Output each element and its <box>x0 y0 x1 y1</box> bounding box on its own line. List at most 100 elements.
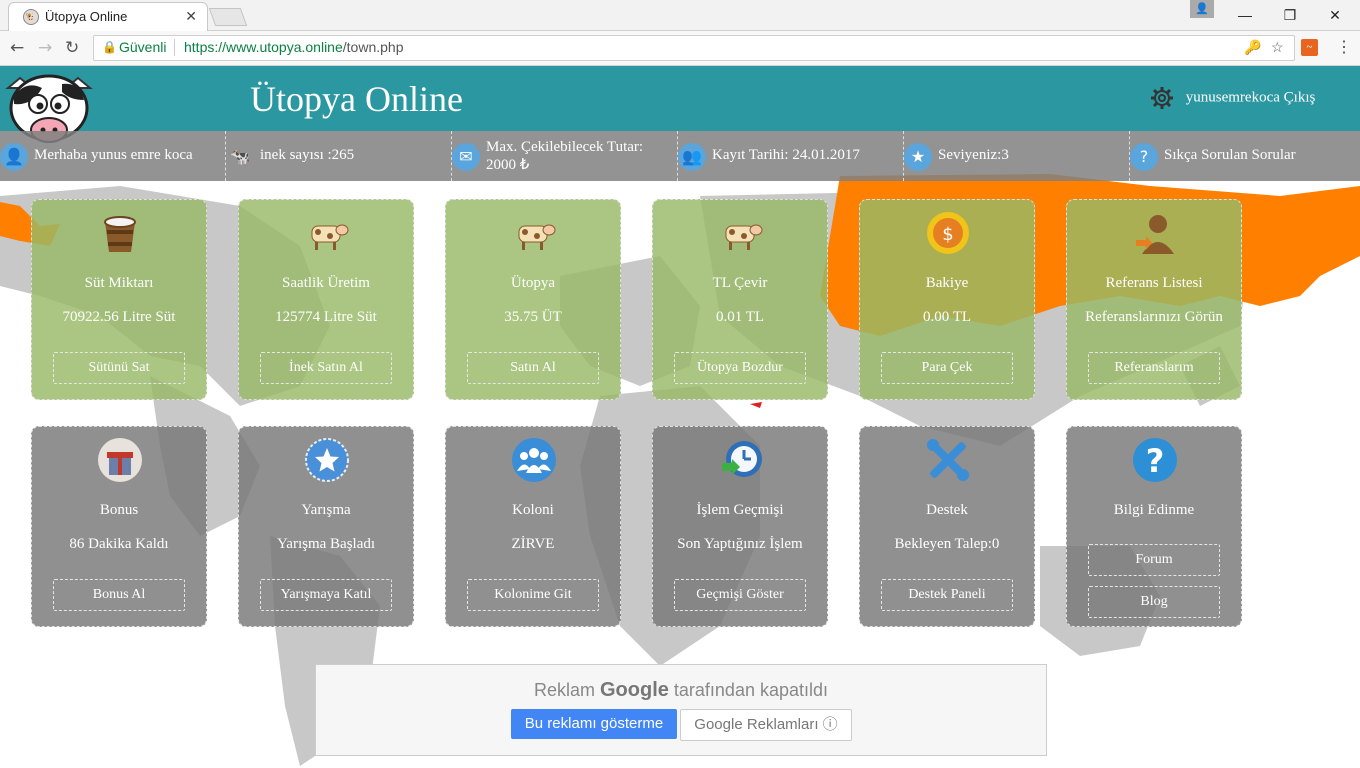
tools-icon <box>927 439 969 481</box>
card-title: Koloni <box>512 502 554 518</box>
svg-text:?: ? <box>1146 442 1165 480</box>
card-value: 125774 Litre Süt <box>275 309 377 325</box>
google-logo: Google <box>600 679 669 701</box>
card-value: 86 Dakika Kaldı <box>69 536 169 552</box>
card-bonus: Bonus 86 Dakika Kaldı Bonus Al <box>31 426 207 627</box>
info-max-withdraw: ✉ Max. Çekilebilecek Tutar: 2000 ₺ <box>452 131 678 181</box>
window-close-icon[interactable]: ✕ <box>1312 0 1358 30</box>
url-input[interactable]: 🔒 Güvenli https://www.utopya.online/town… <box>93 35 1295 61</box>
card-value: Bekleyen Talep:0 <box>894 536 1000 552</box>
max-withdraw-label: Max. Çekilebilecek Tutar: <box>486 139 644 155</box>
referral-icon <box>1136 215 1174 254</box>
card-hourly-production: Saatlik Üretim 125774 Litre Süt İnek Sat… <box>238 199 414 400</box>
info-register-date: 👥 Kayıt Tarihi: 24.01.2017 <box>678 131 904 181</box>
close-tab-icon[interactable]: ✕ <box>185 8 197 25</box>
site-title: Ütopya Online <box>250 79 463 119</box>
group-icon: 👥 <box>678 143 706 171</box>
url-text: https://www.utopya.online/town.php <box>184 39 403 55</box>
exchange-utopya-button[interactable]: Ütopya Bozdur <box>674 352 806 384</box>
extension-icon[interactable]: ~ <box>1301 39 1318 56</box>
card-colony: Koloni ZİRVE Kolonime Git <box>445 426 621 627</box>
profile-icon[interactable]: 👤 <box>1190 0 1214 18</box>
question-icon: ? <box>1130 143 1158 171</box>
gear-icon[interactable] <box>1150 86 1174 110</box>
card-referral-list: Referans Listesi Referanslarınızı Görün … <box>1066 199 1242 400</box>
stop-seeing-ad-button[interactable]: Bu reklamı gösterme <box>511 709 677 739</box>
info-level: ★ Seviyeniz:3 <box>904 131 1130 181</box>
bookmark-star-icon[interactable]: ☆ <box>1271 39 1284 56</box>
history-icon <box>722 441 762 477</box>
card-value: 0.01 TL <box>715 309 765 325</box>
card-value: 0.00 TL <box>922 309 972 325</box>
question-icon: ? <box>1133 438 1177 482</box>
blog-button[interactable]: Blog <box>1088 586 1220 618</box>
cow-icon: 🐄 <box>230 147 250 166</box>
new-tab-button[interactable] <box>208 8 248 26</box>
tab-title: Ütopya Online <box>45 9 128 24</box>
get-bonus-button[interactable]: Bonus Al <box>53 579 185 611</box>
card-title: Süt Miktarı <box>84 275 154 291</box>
card-tl-convert: TL Çevir 0.01 TL Ütopya Bozdur <box>652 199 828 400</box>
card-contest: Yarışma Yarışma Başladı Yarışmaya Katıl <box>238 426 414 627</box>
card-milk-amount: Süt Miktarı 70922.56 Litre Süt Sütünü Sa… <box>31 199 207 400</box>
forward-icon[interactable]: → <box>38 38 52 58</box>
card-support: Destek Bekleyen Talep:0 Destek Paneli <box>859 426 1035 627</box>
page-content: Ütopya Online yunusemrekoca Çıkış 👤 Merh… <box>0 66 1360 768</box>
cow-icon <box>311 224 349 250</box>
card-transaction-history: İşlem Geçmişi Son Yaptığınız İşlem Geçmi… <box>652 426 828 627</box>
ad-prefix: Reklam <box>533 680 595 700</box>
address-bar: ← → ↻ 🔒 Güvenli https://www.utopya.onlin… <box>0 31 1360 66</box>
support-panel-button[interactable]: Destek Paneli <box>881 579 1013 611</box>
card-title: Yarışma <box>301 502 351 518</box>
cow-icon <box>518 224 556 250</box>
buy-cow-button[interactable]: İnek Satın Al <box>260 352 392 384</box>
browser-tab-bar: 🐮 Ütopya Online ✕ 👤 — ❐ ✕ <box>0 0 1360 31</box>
go-to-colony-button[interactable]: Kolonime Git <box>467 579 599 611</box>
info-cow-count: 🐄 inek sayısı :265 <box>226 131 452 181</box>
card-value: Referanslarınızı Görün <box>1085 309 1223 325</box>
show-history-button[interactable]: Geçmişi Göster <box>674 579 806 611</box>
info-bar: 👤 Merhaba yunus emre koca 🐄 inek sayısı … <box>0 131 1360 181</box>
key-icon[interactable]: 🔑 <box>1244 39 1261 56</box>
url-separator <box>174 39 175 56</box>
card-title: Bonus <box>99 502 139 518</box>
join-contest-button[interactable]: Yarışmaya Katıl <box>260 579 392 611</box>
max-withdraw-text: Max. Çekilebilecek Tutar: 2000 ₺ <box>486 138 643 174</box>
card-title: Bilgi Edinme <box>1113 502 1195 518</box>
card-value: 35.75 ÜT <box>504 309 562 325</box>
card-title: TL Çevir <box>712 275 768 291</box>
username-link[interactable]: yunusemrekoca <box>1186 90 1280 106</box>
register-date-text: Kayıt Tarihi: 24.01.2017 <box>712 147 860 163</box>
svg-text:$: $ <box>942 224 953 245</box>
faq-link[interactable]: Sıkça Sorulan Sorular <box>1164 146 1296 164</box>
forum-button[interactable]: Forum <box>1088 544 1220 576</box>
ad-closed-banner: Reklam Google tarafından kapatıldı Bu re… <box>315 664 1047 756</box>
browser-tab[interactable]: 🐮 Ütopya Online ✕ <box>8 2 208 31</box>
withdraw-button[interactable]: Para Çek <box>881 352 1013 384</box>
lock-icon: 🔒 <box>102 40 117 54</box>
card-title: Saatlik Üretim <box>282 275 370 291</box>
secure-label: Güvenli <box>119 39 167 55</box>
my-referrals-button[interactable]: Referanslarım <box>1088 352 1220 384</box>
minimize-icon[interactable]: — <box>1222 0 1268 30</box>
buy-button[interactable]: Satın Al <box>467 352 599 384</box>
info-faq[interactable]: ? Sıkça Sorulan Sorular <box>1130 131 1360 181</box>
cow-favicon-icon: 🐮 <box>23 9 39 25</box>
site-header: Ütopya Online yunusemrekoca Çıkış <box>0 66 1360 143</box>
browser-menu-icon[interactable]: ⋮ <box>1336 37 1352 57</box>
gift-icon <box>98 438 142 482</box>
ad-closed-message: Reklam Google tarafından kapatıldı <box>316 679 1046 702</box>
url-path: /town.php <box>342 39 404 55</box>
card-balance: $ Bakiye 0.00 TL Para Çek <box>859 199 1035 400</box>
card-title: Ütopya <box>510 275 556 291</box>
star-icon <box>305 438 349 482</box>
restore-icon[interactable]: ❐ <box>1267 0 1313 30</box>
user-icon: 👤 <box>0 143 28 171</box>
back-icon[interactable]: ← <box>10 38 24 58</box>
sell-milk-button[interactable]: Sütünü Sat <box>53 352 185 384</box>
card-value: Yarışma Başladı <box>276 536 376 552</box>
google-ads-info-button[interactable]: Google Reklamları ⓘ <box>680 709 852 741</box>
card-utopya: Ütopya 35.75 ÜT Satın Al <box>445 199 621 400</box>
reload-icon[interactable]: ↻ <box>65 38 79 58</box>
logout-link[interactable]: Çıkış <box>1284 90 1316 106</box>
